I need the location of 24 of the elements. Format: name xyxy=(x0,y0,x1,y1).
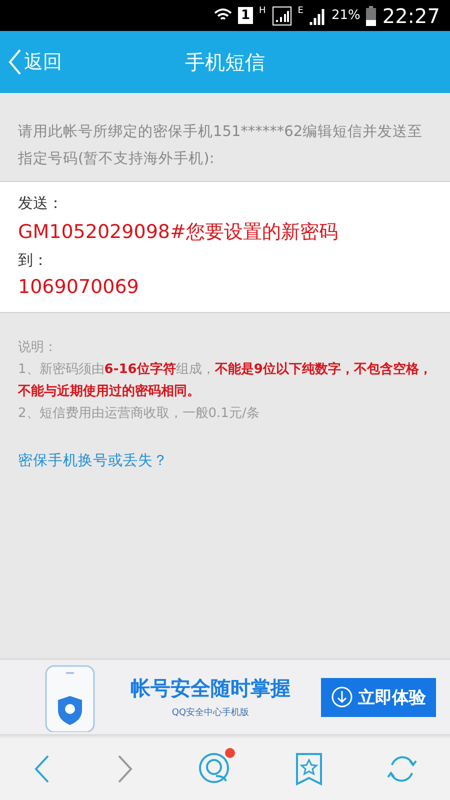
send-label: 发送： xyxy=(18,194,64,213)
banner-subtitle: QQ安全中心手机版 xyxy=(172,706,250,719)
back-chevron-icon xyxy=(8,49,22,75)
clock: 22:27 xyxy=(382,4,440,28)
note-text: 1、新密码须由6-16位字符组成，不能是9位以下纯数字，不包含空格，不能与近期使用过的密码相同。 xyxy=(18,360,432,401)
signal-icon xyxy=(272,6,292,26)
network-type: H xyxy=(258,6,266,16)
battery-percent: 21% xyxy=(331,8,360,23)
note-text: 2、短信费用由运营商收取，一般0.1元/条 xyxy=(18,405,260,423)
back-button[interactable]: 返回 xyxy=(0,49,70,75)
download-icon xyxy=(331,686,353,708)
bookmark-icon xyxy=(295,752,324,786)
banner-headline: 帐号安全随时掌握 xyxy=(130,675,290,702)
notes-title: 说明： xyxy=(18,339,58,357)
battery-icon xyxy=(366,6,376,26)
message-content: GM1052029098#您要设置的新密码 xyxy=(18,220,339,245)
recipient-label: 到： xyxy=(18,251,49,270)
help-link[interactable]: 密保手机换号或丢失？ xyxy=(18,451,168,470)
sim-indicator: 1 xyxy=(238,7,253,24)
network-type: E xyxy=(298,6,304,16)
try-now-button[interactable]: 立即体验 xyxy=(321,678,436,716)
recipient-number: 1069070069 xyxy=(18,276,140,298)
signal-icon xyxy=(309,6,326,24)
page-title: 手机短信 xyxy=(185,48,265,76)
